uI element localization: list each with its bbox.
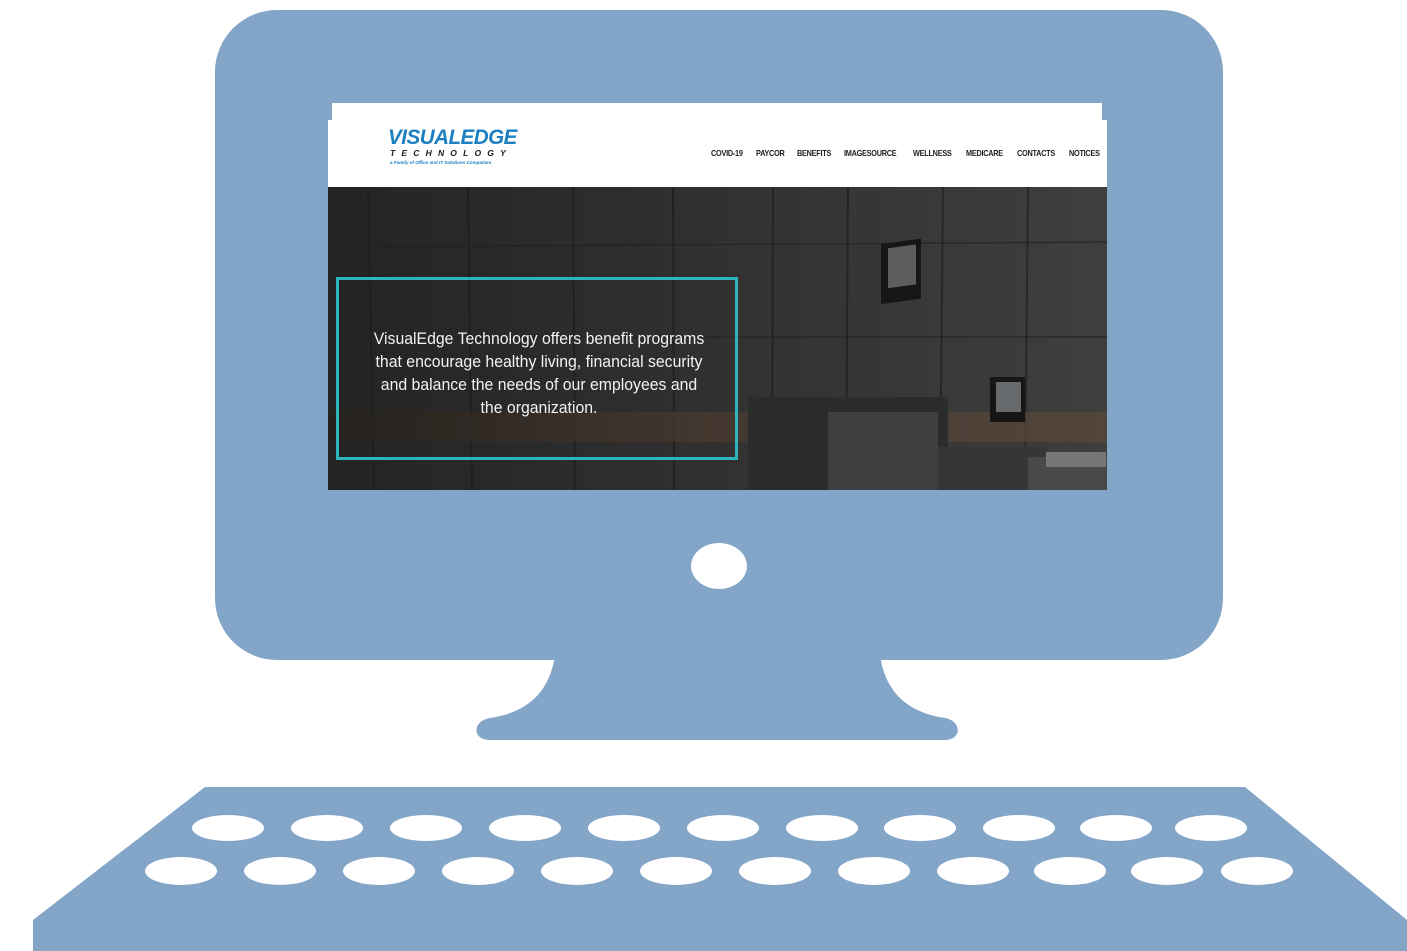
nav-covid-19[interactable]: COVID-19 (711, 148, 743, 158)
nav-contacts[interactable]: CONTACTS (1017, 148, 1055, 158)
site-header: VISUALEDGE TECHNOLOGY a Family of Office… (328, 120, 1107, 187)
logo-wordmark: VISUALEDGE (388, 126, 517, 149)
nav-notices[interactable]: NOTICES (1069, 148, 1100, 158)
main-nav: COVID-19 PAYCOR BENEFITS IMAGESOURCE WEL… (711, 148, 1102, 158)
nav-imagesource[interactable]: IMAGESOURCE (844, 148, 897, 158)
logo-tagline: a Family of Office and IT Solutions Comp… (390, 160, 492, 165)
monitor-stand (476, 655, 958, 740)
nav-medicare[interactable]: MEDICARE (966, 148, 1003, 158)
monitor-screen: VISUALEDGE TECHNOLOGY a Family of Office… (328, 120, 1107, 490)
logo-subtitle: TECHNOLOGY (390, 148, 512, 158)
power-button-icon (691, 543, 747, 589)
hero-banner: VisualEdge Technology offers benefit pro… (328, 187, 1107, 490)
nav-benefits[interactable]: BENEFITS (797, 148, 831, 158)
visualedge-logo[interactable]: VISUALEDGE TECHNOLOGY a Family of Office… (388, 126, 518, 172)
nav-paycor[interactable]: PAYCOR (756, 148, 785, 158)
hero-description: VisualEdge Technology offers benefit pro… (373, 329, 705, 417)
nav-wellness[interactable]: WELLNESS (913, 148, 952, 158)
